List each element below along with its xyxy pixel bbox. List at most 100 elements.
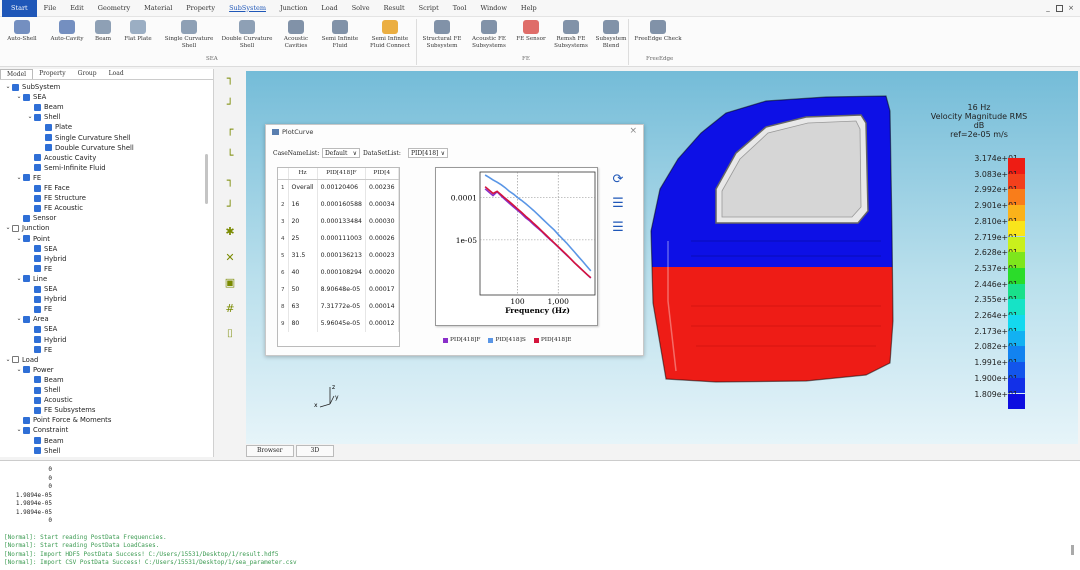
- close-button[interactable]: ×: [1066, 3, 1076, 13]
- tree-tab-model[interactable]: Model: [0, 69, 34, 79]
- menu-junction[interactable]: Junction: [273, 0, 314, 17]
- tree-item-fe-acoustic[interactable]: FE Acoustic: [26, 203, 83, 213]
- checkbox[interactable]: [34, 285, 41, 293]
- checkbox[interactable]: [34, 325, 41, 333]
- tree-item-line[interactable]: ⌄ Line: [15, 274, 47, 284]
- menu-script[interactable]: Script: [412, 0, 446, 17]
- checkbox[interactable]: [23, 366, 30, 374]
- menu-tool[interactable]: Tool: [446, 0, 474, 17]
- menu-property[interactable]: Property: [179, 0, 222, 17]
- checkbox[interactable]: [34, 204, 41, 212]
- column-header[interactable]: PID[418]F: [317, 168, 366, 180]
- menu-start[interactable]: Start: [2, 0, 37, 17]
- menu-edit[interactable]: Edit: [63, 0, 91, 17]
- tree-item-fe-subsystems[interactable]: FE Subsystems: [26, 405, 95, 415]
- tree-item-constraint[interactable]: ⌄ Constraint: [15, 425, 68, 435]
- checkbox[interactable]: [45, 144, 52, 152]
- checkbox[interactable]: [23, 93, 30, 101]
- chevron-down-icon[interactable]: ⌄: [15, 173, 23, 183]
- semi-infinite-fluid-button[interactable]: Semi Infinite Fluid: [318, 20, 362, 49]
- curve-chart[interactable]: 100 1,000 0.0001 1e-05 Frequency (Hz): [435, 167, 598, 326]
- acoustic-cavities-button[interactable]: Acoustic Cavities: [276, 20, 316, 49]
- close-icon[interactable]: ×: [629, 126, 637, 136]
- checkbox[interactable]: [34, 386, 41, 394]
- tree-item-hybrid[interactable]: Hybrid: [26, 254, 66, 264]
- tree-item-fe[interactable]: FE: [26, 345, 52, 355]
- checkbox[interactable]: [34, 336, 41, 343]
- tree-item-junction[interactable]: ⌄ Junction: [4, 223, 49, 233]
- menu-geometry[interactable]: Geometry: [91, 0, 137, 17]
- tree-tab-group[interactable]: Group: [72, 69, 103, 79]
- tree-item-sea[interactable]: SEA: [26, 284, 57, 294]
- case-name-select[interactable]: Default ∨: [322, 148, 360, 158]
- checkbox[interactable]: [34, 184, 41, 192]
- tree-item-acoustic[interactable]: Acoustic: [26, 395, 73, 405]
- list-icon[interactable]: ☰: [610, 221, 626, 235]
- checkbox[interactable]: [34, 164, 41, 172]
- view-back-icon[interactable]: └: [223, 149, 237, 163]
- acoustic-fe-subsystems-button[interactable]: Acoustic FE Subsystems: [468, 20, 510, 49]
- checkbox[interactable]: [34, 245, 41, 253]
- double-curvature-shell-button[interactable]: Double Curvature Shell: [220, 20, 274, 49]
- tree-item-load[interactable]: ⌄ Load: [4, 355, 38, 365]
- tree-item-single-curvature-shell[interactable]: Single Curvature Shell: [37, 133, 131, 143]
- tree-item-fe-face[interactable]: FE Face: [26, 183, 70, 193]
- view-bottom-icon[interactable]: ┘: [223, 98, 237, 112]
- tree-item-acoustic-cavity[interactable]: Acoustic Cavity: [26, 153, 96, 163]
- auto-shell-button[interactable]: Auto-Shell: [0, 20, 44, 43]
- minimize-button[interactable]: _: [1043, 3, 1053, 13]
- dataset-select[interactable]: PID[418] ∨: [408, 148, 448, 158]
- checkbox[interactable]: [34, 447, 41, 455]
- checkbox[interactable]: [34, 194, 41, 202]
- viewport-tab-browser[interactable]: Browser: [246, 445, 294, 457]
- checkbox[interactable]: [23, 214, 30, 222]
- grid-icon[interactable]: #: [223, 302, 237, 316]
- auto-cavity-button[interactable]: Auto-Cavity: [46, 20, 88, 43]
- checkbox[interactable]: [45, 134, 52, 141]
- checkbox[interactable]: [34, 265, 41, 273]
- checkbox[interactable]: [23, 174, 30, 182]
- table-row[interactable]: 9 80 5.96045e-05 0.00012: [278, 315, 399, 332]
- table-row[interactable]: 2 16 0.000160588 0.00034: [278, 196, 399, 213]
- checkbox[interactable]: [34, 295, 41, 303]
- checkbox[interactable]: [23, 426, 30, 434]
- tree-item-plate[interactable]: Plate: [37, 122, 72, 132]
- view-right-icon[interactable]: ┘: [223, 200, 237, 214]
- view-left-icon[interactable]: ┐: [223, 174, 237, 188]
- structural-fe-subsystem-button[interactable]: Structural FE Subsystem: [418, 20, 466, 49]
- column-header[interactable]: Hz: [288, 168, 318, 180]
- tree-item-fe[interactable]: ⌄ FE: [15, 173, 41, 183]
- tree-item-sea[interactable]: SEA: [26, 324, 57, 334]
- flat-plate-button[interactable]: Flat Plate: [118, 20, 158, 43]
- tree-item-area[interactable]: ⌄ Area: [15, 314, 48, 324]
- tree-item-shell[interactable]: ⌄ Shell: [26, 112, 60, 122]
- checkbox[interactable]: [34, 255, 41, 263]
- tree-item-beam[interactable]: Beam: [26, 375, 64, 385]
- list-icon[interactable]: ☰: [610, 197, 626, 211]
- chevron-down-icon[interactable]: ⌄: [15, 425, 23, 435]
- tree-item-semi-infinite-fluid[interactable]: Semi-Infinite Fluid: [26, 163, 106, 173]
- table-row[interactable]: 7 50 8.90648e-05 0.00017: [278, 281, 399, 298]
- tree-item-fe[interactable]: FE: [26, 304, 52, 314]
- chevron-down-icon[interactable]: ⌄: [4, 223, 12, 233]
- tree-item-fe-structure[interactable]: FE Structure: [26, 193, 86, 203]
- tree-item-double-curvature-shell[interactable]: Double Curvature Shell: [37, 143, 134, 153]
- viewport-tab-3d[interactable]: 3D: [295, 445, 335, 457]
- checkbox[interactable]: [34, 376, 41, 384]
- table-row[interactable]: 4 25 0.000111003 0.00026: [278, 230, 399, 247]
- console-scrollbar[interactable]: [1071, 545, 1074, 555]
- data-table[interactable]: Hz PID[418]F PID[4 1 Overall 0.00120406 0.0023…: [277, 167, 400, 347]
- tree-item-power[interactable]: ⌄ Power: [15, 365, 53, 375]
- iso-view-icon[interactable]: ✱: [223, 225, 237, 239]
- tree-item-shell[interactable]: Shell: [26, 385, 61, 395]
- chevron-down-icon[interactable]: ⌄: [15, 92, 23, 102]
- tree-tab-load[interactable]: Load: [103, 69, 130, 79]
- table-row[interactable]: 1 Overall 0.00120406 0.00236: [278, 179, 399, 196]
- tree-item-sea[interactable]: ⌄ SEA: [15, 92, 46, 102]
- checkbox[interactable]: [45, 123, 52, 131]
- tree-item-point-force-moments[interactable]: Point Force & Moments: [15, 415, 111, 425]
- table-row[interactable]: 5 31.5 0.000136213 0.00023: [278, 247, 399, 264]
- chevron-down-icon[interactable]: ⌄: [4, 82, 12, 92]
- chevron-down-icon[interactable]: ⌄: [26, 112, 34, 122]
- chevron-down-icon[interactable]: ⌄: [15, 234, 23, 244]
